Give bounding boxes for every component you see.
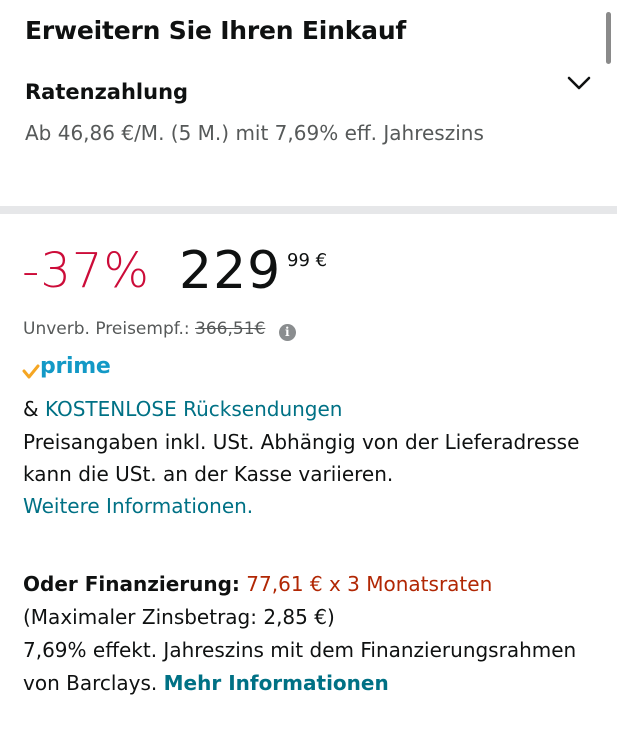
- price-fraction: 99 €: [287, 250, 328, 271]
- financing-more-info-link[interactable]: Mehr Informationen: [164, 671, 389, 695]
- financing-max-interest: (Maximaler Zinsbetrag: 2,85 €): [23, 605, 335, 629]
- list-price: Unverb. Preisempf.: 366,51€ i: [23, 316, 296, 342]
- list-price-label: Unverb. Preisempf.:: [23, 319, 190, 339]
- installment-title: Ratenzahlung: [25, 80, 189, 104]
- list-price-value: 366,51€: [195, 319, 266, 339]
- vat-notice: Preisangaben inkl. USt. Abhängig von der…: [23, 430, 580, 486]
- chevron-down-icon[interactable]: [565, 72, 593, 94]
- financing-label: Oder Finanzierung:: [23, 572, 240, 596]
- free-returns-prefix: &: [23, 397, 39, 421]
- free-returns-link[interactable]: KOSTENLOSE Rücksendungen: [45, 397, 343, 421]
- prime-check-icon: [22, 364, 40, 379]
- installment-description: Ab 46,86 €/M. (5 M.) mit 7,69% eff. Jahr…: [25, 121, 484, 145]
- financing-block: Oder Finanzierung: 77,61 € x 3 Monatsrat…: [23, 568, 608, 700]
- prime-label: prime: [40, 354, 111, 379]
- discount-percentage: -37%: [22, 243, 151, 299]
- info-icon[interactable]: i: [278, 324, 296, 341]
- section-title: Erweitern Sie Ihren Einkauf: [25, 16, 407, 45]
- installment-accordion-header[interactable]: Ratenzahlung: [0, 70, 617, 116]
- section-divider: [0, 206, 617, 214]
- vat-more-info-link[interactable]: Weitere Informationen.: [23, 490, 253, 522]
- scrollbar[interactable]: [606, 12, 611, 64]
- financing-rate: 77,61 € x 3 Monatsraten: [246, 572, 493, 596]
- prime-badge: prime: [22, 354, 122, 384]
- free-returns: & KOSTENLOSE Rücksendungen: [23, 394, 342, 424]
- price-whole: 229: [179, 241, 282, 301]
